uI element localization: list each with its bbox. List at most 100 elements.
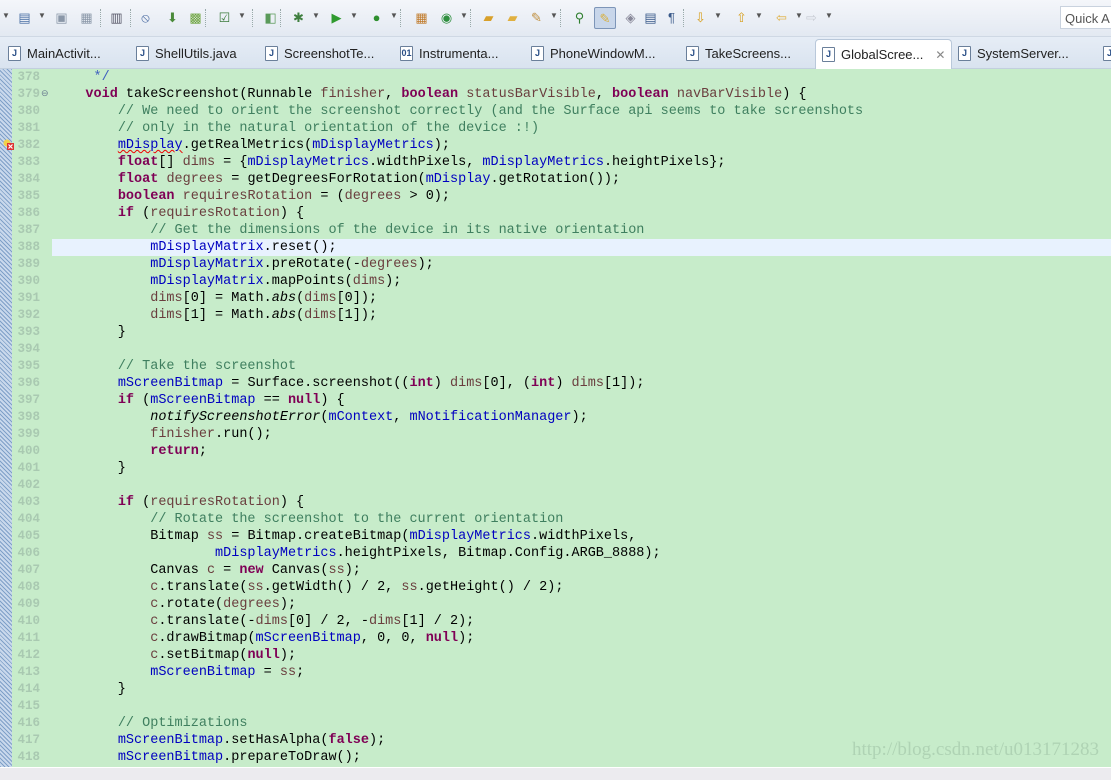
back-icon[interactable]: ⇦ <box>773 9 790 26</box>
local-variable: dims <box>150 308 183 323</box>
local-variable: dims <box>304 308 337 323</box>
code-text: mDisplayMetrics.heightPixels, Bitmap.Con… <box>52 545 1111 562</box>
fold-toggle-icon[interactable]: ⊖ <box>41 86 49 103</box>
save-icon[interactable]: ▣ <box>53 9 70 26</box>
code-token: } <box>53 461 126 476</box>
save-all-icon[interactable]: ▦ <box>78 9 95 26</box>
open-folder-icon[interactable]: ▰ <box>504 9 521 26</box>
last-edit-icon[interactable]: ⇧ <box>733 9 750 26</box>
block-selection-icon[interactable]: ◈ <box>622 9 639 26</box>
show-whitespace-icon[interactable]: ▤ <box>642 9 659 26</box>
field: mDisplayMetrics <box>482 155 604 170</box>
editor-tab[interactable]: J SystemServer... <box>952 39 1069 68</box>
binary-icon[interactable]: ▥ <box>108 9 125 26</box>
open-type-icon[interactable]: ▰ <box>480 9 497 26</box>
line-number: 402 <box>17 478 40 492</box>
editor-tab[interactable]: 01 Instrumenta... <box>394 39 498 68</box>
code-token: .reset(); <box>263 240 337 255</box>
forward-icon[interactable]: ⇨ <box>803 9 820 26</box>
quick-access-field[interactable]: Quick A <box>1060 6 1111 29</box>
skip-breakpoints-icon[interactable]: ⦸ <box>137 9 154 26</box>
field: mScreenBitmap <box>255 631 361 646</box>
previous-annotation-dropdown-arrow[interactable]: ▼ <box>714 11 722 20</box>
code-line: 393 } <box>0 324 1111 341</box>
task-dropdown-arrow[interactable]: ▼ <box>238 11 246 20</box>
new-dropdown-arrow[interactable]: ▼ <box>38 11 46 20</box>
editor-tab[interactable]: J ShellUtils.java <box>130 39 237 68</box>
line-number: 387 <box>17 223 40 237</box>
debug-dropdown-arrow[interactable]: ▼ <box>312 11 320 20</box>
code-line: 385 boolean requiresRotation = (degrees … <box>0 188 1111 205</box>
code-token: = getDegreesForRotation( <box>223 172 426 187</box>
new-package-icon[interactable]: ▦ <box>413 9 430 26</box>
code-line: 378 */ <box>0 69 1111 86</box>
field: mDisplayMetrics <box>409 529 532 544</box>
code-text: // We need to orient the screenshot corr… <box>52 103 1111 120</box>
code-line: 411 c.drawBitmap(mScreenBitmap, 0, 0, nu… <box>0 630 1111 647</box>
code-token: ; <box>296 665 305 680</box>
next-annotation-icon[interactable]: ¶ <box>663 9 680 26</box>
android-sdk-icon[interactable]: ⬇ <box>164 9 181 26</box>
code-token: .heightPixels}; <box>603 155 726 170</box>
keyword: new <box>239 563 264 578</box>
code-line: 414 } <box>0 681 1111 698</box>
external-tools-dropdown-arrow[interactable]: ▼ <box>390 11 398 20</box>
editor-tab[interactable]: J MainActivit... <box>2 39 101 68</box>
search-brush-icon[interactable]: ✎ <box>528 9 545 26</box>
line-number: 378 <box>17 70 40 84</box>
new-java-class-icon[interactable]: ◉ <box>438 9 455 26</box>
line-number: 408 <box>17 580 40 594</box>
previous-annotation-icon[interactable]: ⇩ <box>692 9 709 26</box>
code-line: 402 <box>0 477 1111 494</box>
code-text: // Rotate the screenshot to the current … <box>52 511 1111 528</box>
search-brush-dropdown-arrow[interactable]: ▼ <box>550 11 558 20</box>
run-dropdown-arrow[interactable]: ▼ <box>350 11 358 20</box>
java-file-icon: J <box>136 46 149 61</box>
error-marker-icon[interactable] <box>3 139 14 150</box>
close-tab-icon[interactable]: ✕ <box>935 48 945 62</box>
open-task-icon[interactable]: ⚲ <box>571 9 588 26</box>
editor-tab[interactable]: J PhoneWindowM... <box>525 39 656 68</box>
new-icon[interactable]: ▤ <box>16 9 33 26</box>
main-toolbar: ▼ ▤ ▼ ▣ ▦ ▥ ⦸ ⬇ ▩ ☑ ▼ ◧ ✱ ▼ ▶ ▼ ● ▼ ▦ ◉ ▼ ▰ ▰ ✎ ▼ ⚲ ✎ ◈ ▤ ¶ ⇩ ▼ ⇧ ▼ ⇦ ▼ ⇨ ▼ Q… <box>0 0 1111 37</box>
run-icon[interactable]: ▶ <box>328 9 345 26</box>
task-icon[interactable]: ☑ <box>216 9 233 26</box>
toolbar-separator <box>130 9 131 27</box>
code-line: 389 mDisplayMatrix.preRotate(-degrees); <box>0 256 1111 273</box>
keyword: null <box>425 631 459 646</box>
forward-dropdown-arrow[interactable]: ▼ <box>825 11 833 20</box>
local-variable: dims <box>182 155 216 170</box>
toolbar-dropdown-arrow[interactable]: ▼ <box>2 11 10 20</box>
code-token: ) <box>555 376 572 391</box>
code-line: 382 mDisplay.getRealMetrics(mDisplayMetr… <box>0 137 1111 154</box>
back-dropdown-arrow[interactable]: ▼ <box>795 11 803 20</box>
editor-tab[interactable]: J GlobalScree... ✕ <box>815 39 953 69</box>
line-number: 405 <box>17 529 40 543</box>
code-line: 386 if (requiresRotation) { <box>0 205 1111 222</box>
code-line: 413 mScreenBitmap = ss; <box>0 664 1111 681</box>
code-text: mDisplayMatrix.preRotate(-degrees); <box>52 256 1111 273</box>
code-token: = <box>255 665 280 680</box>
new-class-icon[interactable]: ◧ <box>262 9 279 26</box>
editor-tab[interactable]: J TakeScreens... <box>680 39 791 68</box>
java-file-icon: J <box>958 46 971 61</box>
new-java-class-dropdown-arrow[interactable]: ▼ <box>460 11 468 20</box>
line-number: 391 <box>17 291 40 305</box>
android-avd-icon[interactable]: ▩ <box>187 9 204 26</box>
external-tools-icon[interactable]: ● <box>368 9 385 26</box>
editor-tab[interactable]: J <box>1097 39 1111 68</box>
code-editor[interactable]: 378 */379 ⊖ void takeScreenshot(Runnable … <box>0 69 1111 767</box>
editor-tab[interactable]: J ScreenshotTe... <box>259 39 374 68</box>
mark-occurrences-icon[interactable]: ✎ <box>594 7 616 29</box>
code-token: .getHeight() / 2); <box>417 580 564 595</box>
last-edit-dropdown-arrow[interactable]: ▼ <box>755 11 763 20</box>
tab-label: GlobalScree... <box>841 47 924 62</box>
code-line: 412 c.setBitmap(null); <box>0 647 1111 664</box>
debug-icon[interactable]: ✱ <box>290 9 307 26</box>
